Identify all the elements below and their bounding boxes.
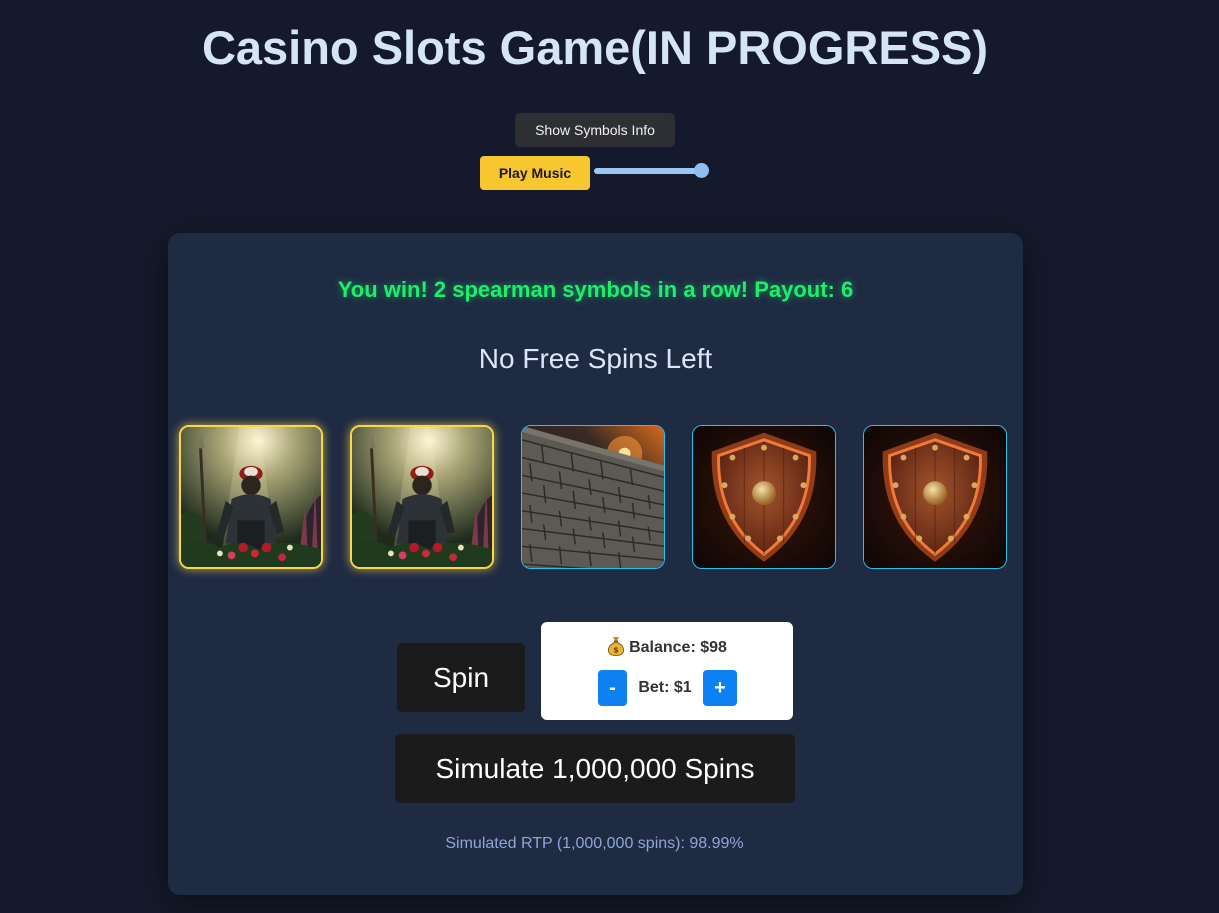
shield-icon	[693, 426, 835, 568]
simulate-spins-button[interactable]: Simulate 1,000,000 Spins	[395, 734, 795, 803]
bet-amount: Bet: $1	[638, 679, 692, 696]
spearman-icon	[352, 427, 492, 567]
free-spins-status: No Free Spins Left	[478, 343, 713, 374]
play-music-button[interactable]: Play Music	[480, 156, 590, 190]
reel-2-spearman-symbol	[350, 425, 494, 569]
balance-display: $ Balance: $98	[541, 636, 793, 657]
shield-icon	[864, 426, 1006, 568]
spearman-icon	[181, 427, 321, 567]
reel-3-stone-wall-symbol	[521, 425, 665, 569]
volume-slider-thumb[interactable]	[694, 163, 709, 178]
stone-wall-icon	[522, 426, 664, 568]
increase-bet-button[interactable]: +	[703, 670, 737, 706]
spin-button[interactable]: Spin	[397, 643, 525, 712]
page-title: Casino Slots Game(IN PROGRESS)	[201, 21, 989, 74]
reel-5-shield-symbol	[863, 425, 1007, 569]
balance-text: Balance: $98	[629, 639, 727, 656]
simulated-rtp-text: Simulated RTP (1,000,000 spins): 98.99%	[445, 835, 744, 852]
slot-machine-panel: You win! 2 spearman symbols in a row! Pa…	[168, 233, 1023, 895]
show-symbols-info-button[interactable]: Show Symbols Info	[515, 113, 675, 147]
volume-slider[interactable]	[594, 168, 702, 174]
balance-panel: $ Balance: $98 - Bet: $1 +	[541, 622, 793, 720]
decrease-bet-button[interactable]: -	[598, 670, 627, 706]
win-message: You win! 2 spearman symbols in a row! Pa…	[337, 277, 854, 302]
money-bag-icon: $	[608, 637, 625, 656]
reel-4-shield-symbol	[692, 425, 836, 569]
svg-text:$: $	[613, 646, 619, 655]
reel-1-spearman-symbol	[179, 425, 323, 569]
